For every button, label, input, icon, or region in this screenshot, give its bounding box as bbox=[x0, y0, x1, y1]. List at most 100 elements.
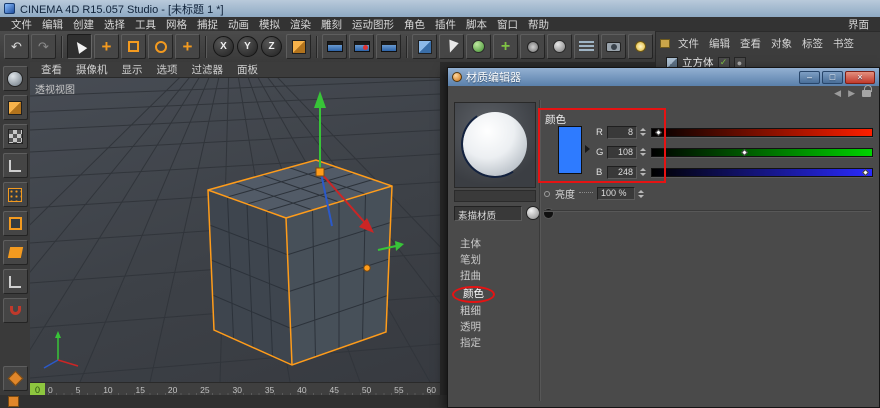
viewport-nav-button[interactable] bbox=[3, 66, 28, 91]
add-environment-button[interactable] bbox=[547, 34, 572, 59]
viewport-canvas[interactable]: 透视视图 bbox=[30, 78, 440, 382]
menu-item[interactable]: 脚本 bbox=[461, 17, 492, 32]
channel-g-value[interactable]: 108 bbox=[607, 146, 637, 159]
material-name-field[interactable]: 素描材质 bbox=[454, 206, 522, 221]
cube-object[interactable] bbox=[208, 160, 392, 365]
slider-marker[interactable] bbox=[741, 149, 748, 156]
channel-item[interactable]: 扭曲 bbox=[450, 268, 536, 284]
live-selection-tool[interactable] bbox=[67, 34, 92, 59]
channel-b-value[interactable]: 248 bbox=[607, 166, 637, 179]
red-slider[interactable] bbox=[651, 128, 873, 137]
object-manager-menu-item[interactable]: 文件 bbox=[673, 36, 704, 51]
attribute-dot-icon[interactable] bbox=[544, 191, 550, 197]
model-mode-button[interactable] bbox=[3, 95, 28, 120]
channel-item[interactable]: 粗细 bbox=[450, 303, 536, 319]
snap-button[interactable] bbox=[3, 298, 28, 323]
viewport-menu-item[interactable]: 选项 bbox=[150, 62, 185, 77]
spinner-icon[interactable] bbox=[638, 166, 647, 178]
render-settings-button[interactable] bbox=[376, 34, 401, 59]
add-floor-button[interactable] bbox=[574, 34, 599, 59]
spinner-icon[interactable] bbox=[638, 126, 647, 138]
slider-marker[interactable] bbox=[655, 129, 662, 136]
viewport-menu-item[interactable]: 显示 bbox=[115, 62, 150, 77]
menu-item[interactable]: 网格 bbox=[161, 17, 192, 32]
rotate-tool[interactable] bbox=[148, 34, 173, 59]
menu-item[interactable]: 插件 bbox=[430, 17, 461, 32]
status-left-icon[interactable] bbox=[8, 396, 19, 407]
swatch-expand-icon[interactable] bbox=[585, 145, 590, 153]
object-manager-menu-item[interactable]: 查看 bbox=[735, 36, 766, 51]
polygons-mode-button[interactable] bbox=[3, 240, 28, 265]
menu-item[interactable]: 工具 bbox=[130, 17, 161, 32]
menu-item[interactable]: 窗口 bbox=[492, 17, 523, 32]
undo-button[interactable]: ↶ bbox=[4, 34, 29, 59]
render-view-button[interactable] bbox=[322, 34, 347, 59]
channel-r-value[interactable]: 8 bbox=[607, 126, 637, 139]
add-light-button[interactable] bbox=[628, 34, 653, 59]
channel-item[interactable]: 笔划 bbox=[450, 252, 536, 268]
channel-item[interactable]: 颜色 bbox=[452, 286, 495, 303]
workplane-mode-button[interactable] bbox=[3, 153, 28, 178]
object-manager-menu-item[interactable]: 书签 bbox=[828, 36, 859, 51]
material-preview[interactable] bbox=[454, 102, 536, 188]
misc-tool-button[interactable] bbox=[3, 366, 28, 391]
viewport-menu-item[interactable]: 查看 bbox=[34, 62, 69, 77]
channel-item[interactable]: 透明 bbox=[450, 319, 536, 335]
move-tool[interactable]: + bbox=[94, 34, 119, 59]
object-manager-menu-item[interactable]: 编辑 bbox=[704, 36, 735, 51]
render-picture-viewer-button[interactable] bbox=[349, 34, 374, 59]
add-deformer-button[interactable] bbox=[520, 34, 545, 59]
menu-item[interactable]: 帮助 bbox=[523, 17, 554, 32]
menu-item[interactable]: 动画 bbox=[223, 17, 254, 32]
object-manager-menu-item[interactable]: 对象 bbox=[766, 36, 797, 51]
add-cube-button[interactable] bbox=[412, 34, 437, 59]
nav-forward-icon[interactable]: ▶ bbox=[848, 88, 855, 99]
axis-lock-button[interactable]: X bbox=[213, 36, 234, 57]
maximize-button[interactable]: □ bbox=[822, 71, 843, 84]
preview-options-strip[interactable] bbox=[454, 190, 536, 202]
menu-item[interactable]: 创建 bbox=[68, 17, 99, 32]
add-camera-button[interactable] bbox=[601, 34, 626, 59]
slider-marker[interactable] bbox=[862, 169, 869, 176]
axis-mode-button[interactable] bbox=[3, 269, 28, 294]
lock-icon[interactable] bbox=[862, 90, 871, 97]
last-tool-button[interactable]: + bbox=[175, 34, 200, 59]
menu-item[interactable]: 编辑 bbox=[37, 17, 68, 32]
green-slider[interactable] bbox=[651, 148, 873, 157]
timeline[interactable]: 0 051015202530354045505560 bbox=[30, 382, 440, 395]
menu-item[interactable]: 角色 bbox=[399, 17, 430, 32]
menu-item[interactable]: 选择 bbox=[99, 17, 130, 32]
axis-lock-button[interactable]: Z bbox=[261, 36, 282, 57]
menu-item[interactable]: 捕捉 bbox=[192, 17, 223, 32]
viewport-menu-item[interactable]: 过滤器 bbox=[185, 62, 231, 77]
viewport-menu-item[interactable]: 面板 bbox=[230, 62, 265, 77]
edges-mode-button[interactable] bbox=[3, 211, 28, 236]
color-swatch[interactable] bbox=[558, 126, 582, 174]
coordinate-system-button[interactable] bbox=[286, 34, 311, 59]
menu-item[interactable]: 文件 bbox=[6, 17, 37, 32]
points-mode-button[interactable] bbox=[3, 182, 28, 207]
menu-item[interactable]: 雕刻 bbox=[316, 17, 347, 32]
close-button[interactable]: × bbox=[845, 71, 875, 84]
object-manager-menu-item[interactable]: 标签 bbox=[797, 36, 828, 51]
minimize-button[interactable]: – bbox=[799, 71, 820, 84]
viewport-menu-item[interactable]: 摄像机 bbox=[69, 62, 115, 77]
spinner-icon[interactable] bbox=[636, 188, 645, 200]
add-generator-button[interactable] bbox=[466, 34, 491, 59]
menu-item[interactable]: 运动图形 bbox=[347, 17, 399, 32]
menu-item[interactable]: 渲染 bbox=[285, 17, 316, 32]
add-spline-button[interactable] bbox=[439, 34, 464, 59]
spinner-icon[interactable] bbox=[638, 146, 647, 158]
redo-button[interactable]: ↷ bbox=[31, 34, 56, 59]
axis-lock-button[interactable]: Y bbox=[237, 36, 258, 57]
nav-back-icon[interactable]: ◀ bbox=[834, 88, 841, 99]
material-editor-titlebar[interactable]: 材质编辑器 – □ × bbox=[448, 68, 879, 86]
scale-tool[interactable] bbox=[121, 34, 146, 59]
brightness-value[interactable]: 100 % bbox=[597, 187, 635, 200]
channel-item[interactable]: 指定 bbox=[450, 335, 536, 351]
menu-item[interactable]: 模拟 bbox=[254, 17, 285, 32]
interface-menu[interactable]: 界面 bbox=[843, 17, 874, 32]
preview-type-icon[interactable] bbox=[526, 206, 540, 220]
blue-slider[interactable] bbox=[651, 168, 873, 177]
texture-mode-button[interactable] bbox=[3, 124, 28, 149]
